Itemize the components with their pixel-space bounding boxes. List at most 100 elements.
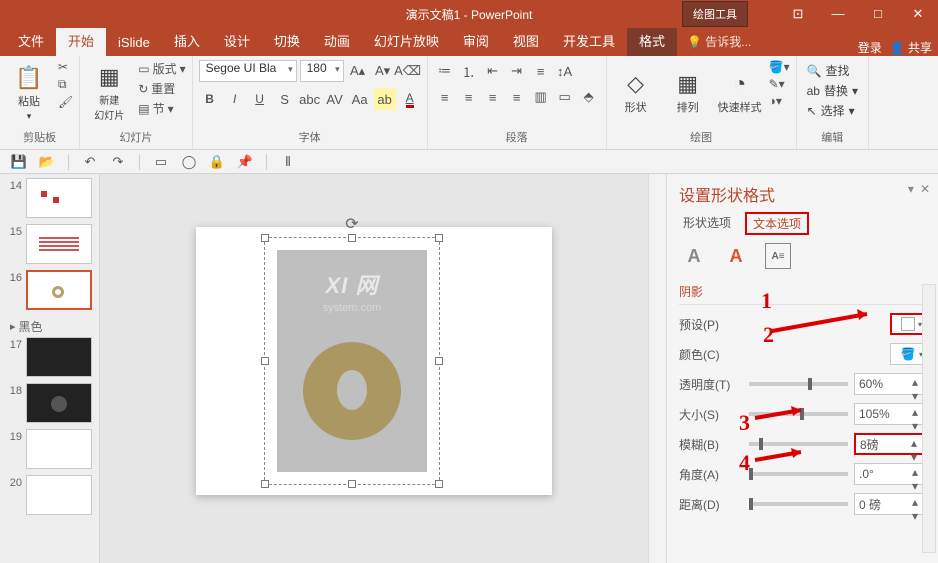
find-button[interactable]: 🔍 查找 bbox=[807, 62, 858, 79]
new-slide-button[interactable]: ▦新建 幻灯片 bbox=[86, 60, 132, 126]
tab-insert[interactable]: 插入 bbox=[162, 25, 212, 56]
text-options-tab[interactable]: 文本选项 bbox=[745, 212, 809, 235]
maximize-button[interactable]: □ bbox=[858, 0, 898, 28]
tab-view[interactable]: 视图 bbox=[501, 25, 551, 56]
shape-fill-button[interactable]: 🪣▾ bbox=[769, 60, 790, 74]
color-picker[interactable]: 🪣 bbox=[890, 343, 926, 365]
spacing-button[interactable]: AV bbox=[324, 88, 346, 110]
tab-file[interactable]: 文件 bbox=[6, 25, 56, 56]
blur-value[interactable]: 8磅▴▾ bbox=[854, 433, 926, 455]
blur-slider[interactable] bbox=[749, 442, 848, 446]
align-text-button[interactable]: ▭ bbox=[554, 86, 576, 108]
smartart-button[interactable]: ⬘ bbox=[578, 86, 600, 108]
columns-button[interactable]: ▥ bbox=[530, 86, 552, 108]
slide-thumbnail-pane[interactable]: 14 15 16 ▸ 黑色 17 18 19 20 bbox=[0, 174, 100, 563]
distance-value[interactable]: 0 磅▴▾ bbox=[854, 493, 926, 515]
text-fill-icon[interactable]: A bbox=[681, 243, 707, 269]
indent-dec-button[interactable]: ⇤ bbox=[482, 60, 504, 82]
undo-button[interactable]: ↶ bbox=[79, 151, 101, 173]
textbox-icon[interactable]: A≡ bbox=[765, 243, 791, 269]
text-direction-button[interactable]: ↕A bbox=[554, 60, 576, 82]
size-value[interactable]: 105%▴▾ bbox=[854, 403, 926, 425]
italic-button[interactable]: I bbox=[224, 88, 246, 110]
bold-button[interactable]: B bbox=[199, 88, 221, 110]
tab-animation[interactable]: 动画 bbox=[312, 25, 362, 56]
angle-value[interactable]: .0°▴▾ bbox=[854, 463, 926, 485]
shapes-button[interactable]: ◇形状 bbox=[613, 60, 659, 126]
shrink-font-button[interactable]: A▾ bbox=[372, 60, 394, 82]
distance-slider[interactable] bbox=[749, 502, 848, 506]
slide-canvas[interactable]: ⟳ XI 网 system.com bbox=[100, 174, 648, 563]
shape-options-tab[interactable]: 形状选项 bbox=[679, 212, 735, 235]
ribbon-display-button[interactable]: ⊡ bbox=[778, 0, 818, 28]
clear-format-button[interactable]: A⌫ bbox=[397, 60, 419, 82]
shadow-text-button[interactable]: abc bbox=[299, 88, 321, 110]
redo-button[interactable]: ↷ bbox=[107, 151, 129, 173]
open-button[interactable]: 📂 bbox=[36, 151, 58, 173]
size-slider[interactable] bbox=[749, 412, 848, 416]
shape-outline-button[interactable]: ✎▾ bbox=[769, 77, 790, 91]
pane-close-icon[interactable]: ✕ bbox=[920, 182, 930, 196]
tab-review[interactable]: 审阅 bbox=[451, 25, 501, 56]
resize-handle[interactable] bbox=[348, 234, 356, 242]
shape-effects-button[interactable]: ◑▾ bbox=[769, 94, 790, 108]
tab-design[interactable]: 设计 bbox=[212, 25, 262, 56]
quick-style-button[interactable]: ◔快速样式 bbox=[717, 60, 763, 126]
resize-handle[interactable] bbox=[261, 480, 269, 488]
qat-pin-button[interactable]: 📌 bbox=[234, 151, 256, 173]
selected-shape[interactable]: ⟳ XI 网 system.com bbox=[264, 237, 440, 485]
thumb-15[interactable] bbox=[26, 224, 92, 264]
qat-shape-button[interactable]: ▭ bbox=[150, 151, 172, 173]
tab-transition[interactable]: 切换 bbox=[262, 25, 312, 56]
numbering-button[interactable]: ⒈ bbox=[458, 60, 480, 82]
resize-handle[interactable] bbox=[261, 234, 269, 242]
tab-format[interactable]: 格式 bbox=[627, 25, 677, 56]
pane-options-icon[interactable]: ▾ bbox=[908, 182, 914, 196]
angle-slider[interactable] bbox=[749, 472, 848, 476]
tab-islide[interactable]: iSlide bbox=[106, 29, 162, 56]
resize-handle[interactable] bbox=[348, 480, 356, 488]
thumb-14[interactable] bbox=[26, 178, 92, 218]
tab-slideshow[interactable]: 幻灯片放映 bbox=[362, 25, 451, 56]
copy-button[interactable]: ⧉ bbox=[58, 77, 73, 92]
shadow-section-header[interactable]: 阴影 bbox=[679, 279, 926, 305]
tab-home[interactable]: 开始 bbox=[56, 25, 106, 56]
change-case-button[interactable]: Aa bbox=[349, 88, 371, 110]
thumb-19[interactable] bbox=[26, 429, 92, 469]
minimize-button[interactable]: — bbox=[818, 0, 858, 28]
underline-button[interactable]: U bbox=[249, 88, 271, 110]
close-button[interactable]: ✕ bbox=[898, 0, 938, 28]
section-button[interactable]: ▤ 节 ▾ bbox=[138, 100, 185, 117]
bullets-button[interactable]: ≔ bbox=[434, 60, 456, 82]
transparency-value[interactable]: 60%▴▾ bbox=[854, 373, 926, 395]
resize-handle[interactable] bbox=[435, 357, 443, 365]
qat-align-button[interactable]: ⫴ bbox=[277, 151, 299, 173]
replace-button[interactable]: ab 替换 ▾ bbox=[807, 82, 858, 99]
align-center-button[interactable]: ≡ bbox=[458, 86, 480, 108]
resize-handle[interactable] bbox=[435, 234, 443, 242]
rotate-handle-icon[interactable]: ⟳ bbox=[345, 214, 358, 234]
thumb-20[interactable] bbox=[26, 475, 92, 515]
section-header[interactable]: ▸ 黑色 bbox=[4, 316, 95, 337]
cut-button[interactable]: ✂ bbox=[58, 60, 73, 74]
resize-handle[interactable] bbox=[261, 357, 269, 365]
canvas-scrollbar[interactable] bbox=[648, 174, 666, 563]
justify-button[interactable]: ≡ bbox=[506, 86, 528, 108]
font-size-combo[interactable]: 180 bbox=[300, 60, 344, 82]
paste-button[interactable]: 📋粘贴▾ bbox=[6, 60, 52, 126]
highlight-button[interactable]: ab bbox=[374, 88, 396, 110]
login-link[interactable]: 登录 bbox=[858, 39, 882, 56]
qat-lock-button[interactable]: 🔒 bbox=[206, 151, 228, 173]
align-right-button[interactable]: ≡ bbox=[482, 86, 504, 108]
font-name-combo[interactable]: Segoe UI Bla bbox=[199, 60, 297, 82]
tell-me[interactable]: 💡 告诉我... bbox=[677, 27, 761, 56]
indent-inc-button[interactable]: ⇥ bbox=[506, 60, 528, 82]
reset-button[interactable]: ↻ 重置 bbox=[138, 80, 185, 97]
tab-developer[interactable]: 开发工具 bbox=[551, 25, 627, 56]
line-spacing-button[interactable]: ≡ bbox=[530, 60, 552, 82]
strike-button[interactable]: S bbox=[274, 88, 296, 110]
arrange-button[interactable]: ▦排列 bbox=[665, 60, 711, 126]
align-left-button[interactable]: ≡ bbox=[434, 86, 456, 108]
save-button[interactable]: 💾 bbox=[8, 151, 30, 173]
thumb-17[interactable] bbox=[26, 337, 92, 377]
